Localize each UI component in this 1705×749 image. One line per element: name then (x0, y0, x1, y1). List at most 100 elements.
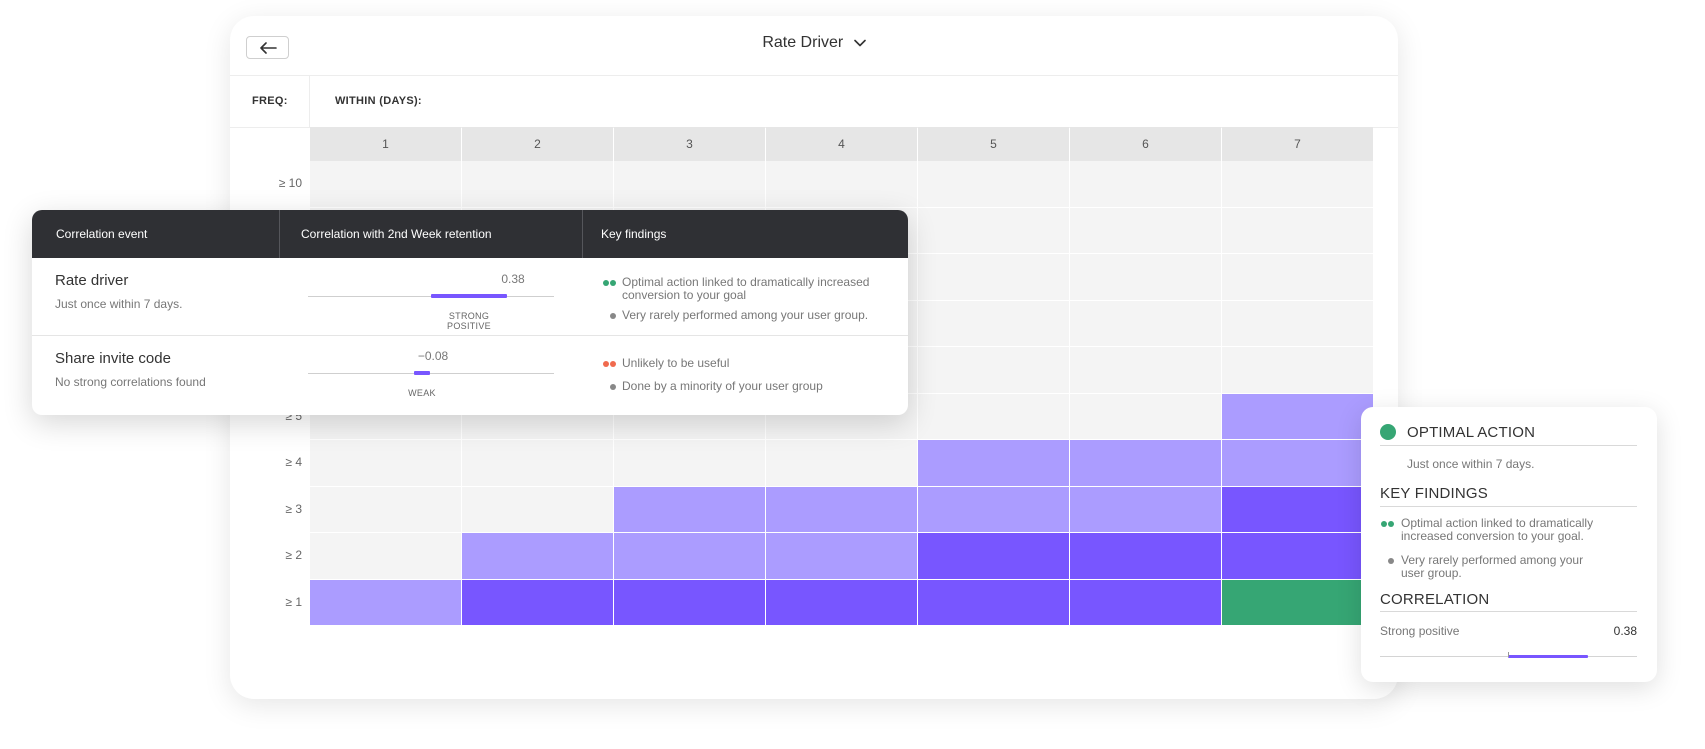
correlation-value: −0.08 (417, 349, 449, 363)
heatmap-cell[interactable] (1222, 440, 1373, 486)
row-label: ≥ 3 (285, 501, 302, 516)
card-header: Rate Driver (230, 16, 1398, 76)
event-name: Share invite code (55, 350, 171, 367)
heatmap-cell[interactable] (766, 533, 917, 579)
heatmap-cell[interactable] (1222, 207, 1373, 253)
chevron-down-icon (853, 39, 866, 47)
heatmap-cell[interactable] (614, 579, 765, 625)
title-dropdown[interactable]: Rate Driver (230, 34, 1398, 52)
heatmap-cell[interactable] (310, 579, 461, 625)
heatmap-cell[interactable] (1222, 533, 1373, 579)
header-divider (279, 210, 280, 258)
heatmap-cell[interactable] (1070, 254, 1221, 300)
table-row[interactable]: Share invite code No strong correlations… (32, 336, 908, 414)
divider (1380, 506, 1637, 507)
heatmap-cell[interactable] (918, 440, 1069, 486)
finding-text: Done by a minority of your user group (622, 379, 823, 393)
heatmap-cell[interactable] (918, 300, 1069, 346)
correlation-value: 0.38 (1613, 624, 1637, 638)
freq-label: FREQ: (252, 95, 288, 107)
heatmap-cell[interactable] (462, 161, 613, 207)
finding-text: Very rarely performed among your user gr… (1401, 553, 1584, 580)
green-dot-icon (1381, 521, 1387, 527)
header-correlation-retention: Correlation with 2nd Week retention (301, 227, 492, 241)
divider (1380, 445, 1637, 446)
heatmap-cell[interactable] (614, 440, 765, 486)
heatmap-cell[interactable] (310, 486, 461, 532)
heatmap-cell[interactable] (1222, 161, 1373, 207)
heatmap-cell[interactable] (766, 579, 917, 625)
heatmap-cell[interactable] (766, 161, 917, 207)
heatmap-cell[interactable] (918, 254, 1069, 300)
heatmap-cell[interactable] (1070, 300, 1221, 346)
heatmap-cell[interactable] (1222, 300, 1373, 346)
column-header: 4 (766, 127, 917, 161)
header-key-findings: Key findings (601, 227, 667, 241)
heatmap-cell[interactable] (310, 533, 461, 579)
heatmap-cell[interactable] (1222, 347, 1373, 393)
finding-text: Optimal action linked to dramatically in… (622, 275, 870, 302)
event-name: Rate driver (55, 272, 129, 289)
heatmap-cell[interactable] (1070, 161, 1221, 207)
heatmap-cell[interactable] (614, 533, 765, 579)
heatmap-cell[interactable] (1070, 579, 1221, 625)
heatmap-cell[interactable] (614, 161, 765, 207)
heatmap-cell[interactable] (462, 486, 613, 532)
heatmap-cell[interactable] (918, 161, 1069, 207)
heatmap-cell[interactable] (1070, 440, 1221, 486)
heatmap-cell[interactable] (918, 347, 1069, 393)
heatmap-cell[interactable] (918, 486, 1069, 532)
heatmap-cell[interactable] (918, 207, 1069, 253)
grey-dot-icon (610, 313, 616, 319)
correlation-strength: STRONG POSITIVE (447, 311, 491, 331)
correlation-slider-track (308, 373, 554, 374)
heatmap-cell[interactable] (1070, 393, 1221, 439)
red-dot-icon (603, 361, 609, 367)
header-divider (582, 210, 583, 258)
heatmap-cell[interactable] (1070, 207, 1221, 253)
heatmap-cell[interactable] (1222, 486, 1373, 532)
green-dot-icon (610, 280, 616, 286)
heatmap-cell[interactable] (310, 440, 461, 486)
heatmap-cell[interactable] (614, 486, 765, 532)
row-label: ≥ 4 (285, 455, 302, 469)
table-row[interactable]: Rate driver Just once within 7 days. 0.3… (32, 258, 908, 336)
column-header: 3 (614, 127, 765, 161)
finding-text: Unlikely to be useful (622, 356, 730, 370)
within-label: WITHIN (DAYS): (335, 95, 422, 107)
column-header: 1 (310, 127, 461, 161)
heatmap-cell[interactable] (918, 393, 1069, 439)
row-label: ≥ 1 (285, 594, 302, 609)
correlation-label: Strong positive (1380, 624, 1460, 638)
heatmap-cell[interactable] (918, 579, 1069, 625)
heatmap-cell[interactable] (1070, 347, 1221, 393)
heatmap-cell[interactable] (1222, 579, 1373, 625)
red-dot-icon (610, 361, 616, 367)
heatmap-cell[interactable] (462, 440, 613, 486)
heatmap-cell[interactable] (1070, 533, 1221, 579)
green-dot-icon (603, 280, 609, 286)
grey-dot-icon (610, 384, 616, 390)
slider-midpoint-tick (1508, 652, 1509, 657)
heatmap-cell[interactable] (462, 579, 613, 625)
grey-dot-icon (1388, 558, 1394, 564)
correlation-slider-fill (1508, 655, 1588, 658)
card-title: OPTIMAL ACTION (1407, 424, 1536, 441)
row-label: ≥ 10 (278, 176, 302, 190)
heatmap-cell[interactable] (310, 161, 461, 207)
column-header: 2 (462, 127, 613, 161)
correlation-slider-fill (431, 294, 507, 298)
heatmap-cell[interactable] (462, 533, 613, 579)
heatmap-cell[interactable] (918, 533, 1069, 579)
correlation-slider-fill (414, 371, 430, 375)
heatmap-cell[interactable] (766, 486, 917, 532)
heatmap-cell[interactable] (1222, 393, 1373, 439)
row-label: ≥ 2 (285, 548, 302, 562)
correlation-value: 0.38 (501, 272, 525, 286)
heatmap-cell[interactable] (766, 440, 917, 486)
key-findings-title: KEY FINDINGS (1380, 485, 1488, 502)
divider (1380, 611, 1637, 612)
correlation-table-header: Correlation event Correlation with 2nd W… (32, 210, 908, 258)
heatmap-cell[interactable] (1222, 254, 1373, 300)
heatmap-cell[interactable] (1070, 486, 1221, 532)
